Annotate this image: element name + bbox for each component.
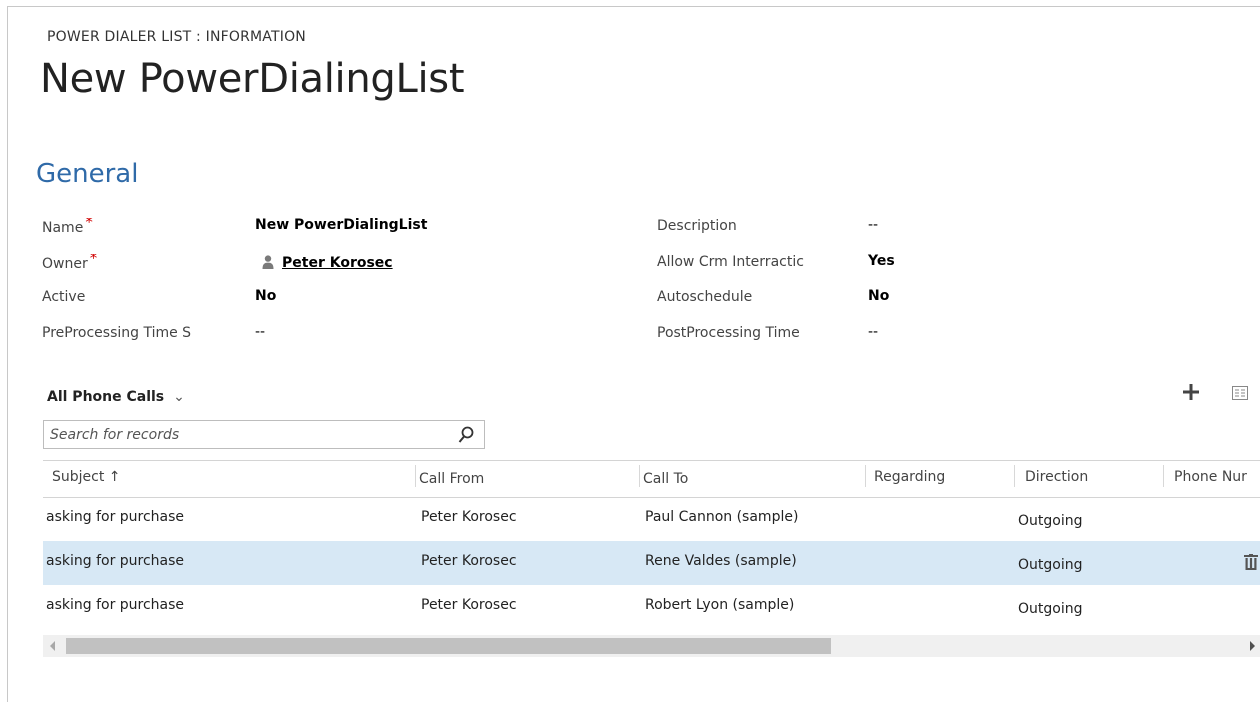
active-value[interactable]: No bbox=[255, 288, 276, 304]
cell-call-from: Peter Korosec bbox=[421, 553, 517, 569]
required-marker: * bbox=[85, 218, 93, 231]
cell-direction: Outgoing bbox=[1018, 513, 1083, 529]
horizontal-scrollbar[interactable] bbox=[43, 635, 1260, 657]
person-icon bbox=[262, 255, 274, 269]
name-value[interactable]: New PowerDialingList bbox=[255, 217, 427, 233]
autoschedule-label: Autoschedule bbox=[657, 289, 753, 305]
preprocessing-label: PreProcessing Time S bbox=[42, 325, 192, 341]
description-label: Description bbox=[657, 218, 737, 234]
name-label-text: Name bbox=[42, 220, 84, 236]
allow-crm-label: Allow Crm Interractic bbox=[657, 254, 804, 270]
column-header-direction[interactable]: Direction bbox=[1025, 469, 1088, 485]
description-value[interactable]: -- bbox=[868, 217, 878, 233]
cell-direction: Outgoing bbox=[1018, 601, 1083, 617]
section-title-general: General bbox=[36, 159, 139, 189]
cell-subject: asking for purchase bbox=[46, 553, 185, 569]
postprocessing-value[interactable]: -- bbox=[868, 324, 878, 340]
column-header-phone-number[interactable]: Phone Nur bbox=[1174, 469, 1247, 485]
grid-header: Subject ↑ Call From Call To Regarding Di… bbox=[43, 460, 1260, 498]
column-divider[interactable] bbox=[1163, 465, 1164, 487]
autoschedule-value[interactable]: No bbox=[868, 288, 889, 304]
page-title: New PowerDialingList bbox=[40, 56, 465, 102]
search-icon[interactable] bbox=[458, 426, 474, 444]
column-divider[interactable] bbox=[639, 465, 640, 487]
column-header-call-from[interactable]: Call From bbox=[419, 471, 484, 487]
scroll-right-arrow-icon[interactable] bbox=[1250, 641, 1255, 651]
table-row[interactable]: asking for purchase Peter Korosec Robert… bbox=[43, 585, 1260, 629]
column-divider[interactable] bbox=[1014, 465, 1015, 487]
allow-crm-value[interactable]: Yes bbox=[868, 253, 895, 269]
search-input[interactable] bbox=[50, 426, 440, 444]
scroll-left-arrow-icon[interactable] bbox=[50, 641, 55, 651]
view-selector[interactable]: All Phone Calls ⌄ bbox=[47, 389, 185, 405]
required-marker: * bbox=[89, 254, 98, 267]
preprocessing-value[interactable]: -- bbox=[255, 324, 265, 340]
window-border-left bbox=[7, 6, 8, 702]
postprocessing-label: PostProcessing Time bbox=[657, 325, 800, 341]
cell-call-from: Peter Korosec bbox=[421, 597, 517, 613]
cell-call-to: Paul Cannon (sample) bbox=[645, 509, 799, 525]
owner-label: Owner * bbox=[42, 254, 97, 272]
trash-icon[interactable] bbox=[1244, 554, 1258, 570]
grid-view-icon[interactable] bbox=[1232, 386, 1248, 400]
view-name: All Phone Calls bbox=[47, 389, 165, 405]
column-header-call-to[interactable]: Call To bbox=[643, 471, 688, 487]
cell-call-to: Rene Valdes (sample) bbox=[645, 553, 797, 569]
owner-label-text: Owner bbox=[42, 256, 88, 272]
table-row[interactable]: asking for purchase Peter Korosec Paul C… bbox=[43, 497, 1260, 541]
owner-link[interactable]: Peter Korosec bbox=[282, 255, 393, 271]
column-header-subject[interactable]: Subject ↑ bbox=[52, 469, 121, 485]
cell-subject: asking for purchase bbox=[46, 509, 185, 525]
scrollbar-thumb[interactable] bbox=[66, 638, 831, 654]
chevron-down-icon[interactable]: ⌄ bbox=[173, 389, 185, 405]
cell-subject: asking for purchase bbox=[46, 597, 185, 613]
name-label: Name * bbox=[42, 218, 93, 236]
cell-call-to: Robert Lyon (sample) bbox=[645, 597, 795, 613]
column-divider[interactable] bbox=[415, 465, 416, 487]
active-label: Active bbox=[42, 289, 86, 305]
table-row-selected[interactable]: asking for purchase Peter Korosec Rene V… bbox=[43, 541, 1260, 585]
column-divider[interactable] bbox=[865, 465, 866, 487]
cell-direction: Outgoing bbox=[1018, 557, 1083, 573]
search-box bbox=[43, 420, 485, 449]
owner-value[interactable]: Peter Korosec bbox=[262, 253, 393, 271]
entity-type-label: POWER DIALER LIST : INFORMATION bbox=[47, 29, 306, 45]
plus-icon[interactable] bbox=[1182, 383, 1200, 401]
window-border-top bbox=[7, 6, 1260, 7]
column-header-regarding[interactable]: Regarding bbox=[874, 469, 945, 485]
cell-call-from: Peter Korosec bbox=[421, 509, 517, 525]
